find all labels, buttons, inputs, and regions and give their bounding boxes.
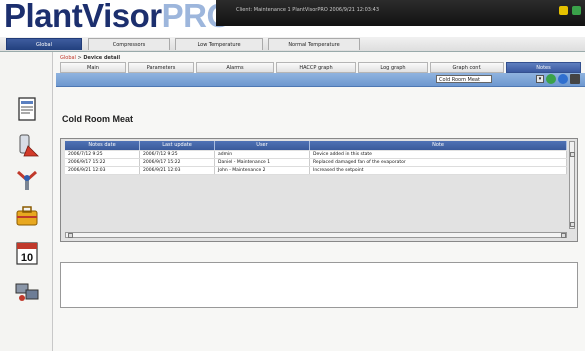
refresh-icon[interactable] [546,74,556,84]
table-row[interactable]: 2006/9/21 12:03 2006/9/21 12:03 John - M… [65,167,567,175]
tab-log-graph[interactable]: Log graph [358,62,428,73]
tools-icon[interactable] [14,166,40,192]
logout-icon[interactable] [572,6,581,15]
tab-graph-conf[interactable]: Graph conf. [430,62,504,73]
table-header: Notes date Last update User Note [65,141,567,150]
document-icon[interactable] [14,96,40,122]
cell-notes-date: 2006/7/12 9:25 [65,151,140,158]
help-icon[interactable] [559,6,568,15]
breadcrumb: Global > Device detail [60,55,120,61]
tab-notes[interactable]: Notes [506,62,581,73]
cell-last-update: 2006/7/12 9:25 [140,151,215,158]
vertical-scrollbar[interactable] [569,141,575,229]
tab-global[interactable]: Global [6,38,82,50]
save-icon[interactable] [558,74,568,84]
cell-notes-date: 2006/9/17 15:22 [65,159,140,166]
tab-alarms[interactable]: Alarms [196,62,274,73]
breadcrumb-current: Device detail [83,55,121,61]
cell-notes-date: 2006/9/21 12:03 [65,167,140,174]
network-icon[interactable] [14,278,40,304]
tab-haccp-graph[interactable]: HACCP graph [276,62,356,73]
scroll-down-icon[interactable] [570,222,575,227]
print-icon[interactable] [570,74,580,84]
notes-table: Notes date Last update User Note 2006/7/… [60,138,578,242]
cell-note: Device added in this state [310,151,567,158]
cell-last-update: 2006/9/17 15:22 [140,159,215,166]
chevron-down-icon[interactable]: ▾ [536,75,544,83]
column-header-user[interactable]: User [215,141,310,150]
cell-user: Daniel - Maintenance 1 [215,159,310,166]
column-header-last-update[interactable]: Last update [140,141,215,150]
status-text: Client: Maintenance 1 PlantVisorPRO 2006… [236,7,380,13]
logo-text: PlantVisor [4,0,162,34]
app-logo: PlantVisorPRO® [4,0,238,35]
scroll-up-icon[interactable] [570,152,575,157]
cell-note: Increased the setpoint [310,167,567,174]
toolbox-icon[interactable] [14,202,40,228]
cell-user: admin [215,151,310,158]
calendar-day-label: 10 [21,252,33,264]
table-row[interactable]: 2006/7/12 9:25 2006/7/12 9:25 admin Devi… [65,151,567,159]
horizontal-scrollbar[interactable] [65,232,567,238]
alarm-bell-icon[interactable] [14,132,40,158]
column-header-note[interactable]: Note [310,141,567,150]
app-window: PlantVisorPRO® Client: Maintenance 1 Pla… [0,0,585,351]
top-status-bar: Client: Maintenance 1 PlantVisorPRO 2006… [216,0,585,26]
scroll-right-icon[interactable] [561,233,566,238]
cell-last-update: 2006/9/21 12:03 [140,167,215,174]
tab-compressors[interactable]: Compressors [88,38,170,50]
device-tab-bar: Main Parameters Alarms HACCP graph Log g… [56,62,585,73]
table-row[interactable]: 2006/9/17 15:22 2006/9/17 15:22 Daniel -… [65,159,567,167]
tab-parameters[interactable]: Parameters [128,62,194,73]
tab-main[interactable]: Main [60,62,126,73]
cell-note: Replaced damaged fan of the evaporator [310,159,567,166]
device-select[interactable]: Cold Room Meat [436,75,492,83]
calendar-icon[interactable]: 10 [14,240,40,266]
cell-user: John - Maintenance 2 [215,167,310,174]
scroll-left-icon[interactable] [68,233,73,238]
page-title: Cold Room Meat [62,114,133,124]
tab-normal-temperature[interactable]: Normal Temperature [268,38,360,50]
header: PlantVisorPRO® Client: Maintenance 1 Pla… [0,0,585,37]
tab-low-temperature[interactable]: Low Temperature [175,38,263,50]
left-sidebar: 10 [0,52,53,351]
column-header-notes-date[interactable]: Notes date [65,141,140,150]
breadcrumb-link-global[interactable]: Global [60,55,76,61]
note-text-area[interactable] [60,262,578,308]
device-toolbar: Cold Room Meat ▾ [56,73,585,87]
main-tab-bar: Global Compressors Low Temperature Norma… [0,37,585,52]
